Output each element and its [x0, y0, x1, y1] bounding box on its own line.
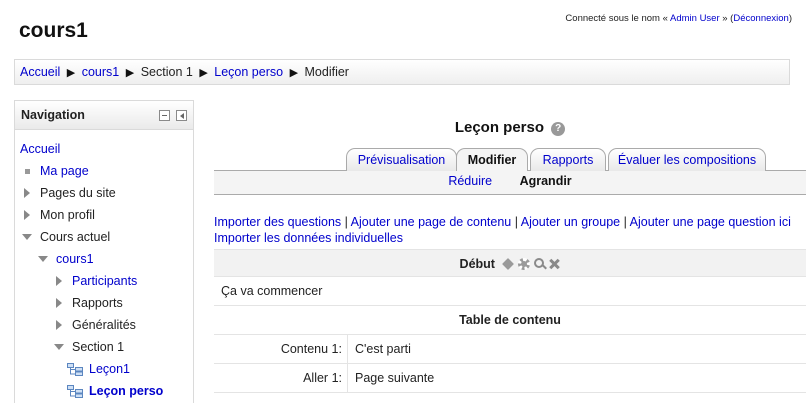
nav-item-label[interactable]: Généralités: [72, 316, 136, 334]
nav-item-my-page[interactable]: Ma page: [15, 160, 193, 182]
bullet-icon: [22, 166, 32, 176]
login-mid: » (: [719, 13, 734, 24]
page-title-text: Début: [459, 257, 495, 271]
table-header: Table de contenu: [214, 306, 806, 335]
table-row: Aller 1: Page suivante: [214, 364, 806, 393]
breadcrumb-current: Modifier: [304, 65, 349, 79]
nav-item-label[interactable]: Rapports: [72, 294, 123, 312]
separator: |: [620, 215, 630, 229]
tab-reports[interactable]: Rapports: [530, 148, 606, 171]
nav-item-label[interactable]: Leçon1: [89, 360, 130, 378]
nav-item-general[interactable]: Généralités: [15, 314, 193, 336]
nav-item-label[interactable]: Leçon perso: [89, 382, 163, 400]
expand-arrow-icon[interactable]: [54, 276, 64, 286]
expand-arrow-icon[interactable]: [22, 188, 32, 198]
separator: |: [341, 215, 351, 229]
breadcrumb-section: Section 1: [140, 65, 193, 79]
help-icon[interactable]: ?: [551, 122, 566, 136]
lesson-page-table: Début Ça va commencer Table de contenu C…: [214, 249, 806, 393]
breadcrumb-separator: ▶: [289, 67, 299, 79]
lesson-icon: [67, 362, 83, 376]
expand-arrow-icon[interactable]: [22, 210, 32, 220]
nav-item-label[interactable]: Accueil: [20, 140, 60, 158]
breadcrumb-separator: ▶: [199, 67, 208, 79]
site-title: cours1: [19, 19, 88, 42]
nav-item-label[interactable]: cours1: [56, 250, 94, 268]
row-label: Contenu 1:: [214, 335, 348, 363]
import-questions-link[interactable]: Importer des questions: [214, 215, 341, 229]
nav-item-lesson-perso[interactable]: Leçon perso: [15, 380, 193, 402]
settings-icon[interactable]: [518, 258, 531, 270]
navigation-title: Navigation: [21, 108, 85, 122]
collapse-arrow-icon[interactable]: [54, 342, 64, 352]
nav-item-section-1[interactable]: Section 1: [15, 336, 193, 358]
row-label: Aller 1:: [214, 364, 348, 392]
login-suffix: ): [788, 13, 792, 24]
breadcrumb-separator: ▶: [125, 67, 135, 79]
nav-item-current-course[interactable]: Cours actuel: [15, 226, 193, 248]
add-group-link[interactable]: Ajouter un groupe: [521, 215, 620, 229]
page-title: Leçon perso ?: [214, 119, 806, 136]
nav-item-label[interactable]: Pages du site: [40, 184, 116, 202]
tab-edit[interactable]: Modifier: [456, 148, 528, 172]
nav-item-participants[interactable]: Participants: [15, 270, 193, 292]
nav-item-label[interactable]: Ma page: [40, 162, 89, 180]
tab-grade-essays[interactable]: Évaluer les compositions: [608, 148, 766, 171]
delete-icon[interactable]: [548, 258, 560, 270]
page-contents: Ça va commencer: [214, 277, 806, 306]
expand-arrow-icon[interactable]: [54, 298, 64, 308]
tab-bar: Prévisualisation Modifier Rapports Évalu…: [214, 148, 806, 172]
action-links: Importer des questions | Ajouter une pag…: [214, 214, 806, 246]
nav-item-course[interactable]: cours1: [15, 248, 193, 270]
nav-item-label[interactable]: Cours actuel: [40, 228, 110, 246]
dock-block-icon[interactable]: [176, 110, 187, 121]
row-value: C'est parti: [355, 342, 411, 356]
login-info: Connecté sous le nom « Admin User » (Déc…: [565, 13, 792, 24]
breadcrumb: Accueil ▶ cours1 ▶ Section 1 ▶ Leçon per…: [14, 59, 790, 85]
nav-item-label[interactable]: Section 1: [72, 338, 124, 356]
collapse-arrow-icon[interactable]: [38, 254, 48, 264]
nav-item-label[interactable]: Participants: [72, 272, 137, 290]
user-link[interactable]: Admin User: [670, 13, 720, 24]
separator: |: [511, 215, 521, 229]
expand-arrow-icon[interactable]: [54, 320, 64, 330]
add-question-page-link[interactable]: Ajouter une page question ici: [630, 215, 791, 229]
nav-item-reports[interactable]: Rapports: [15, 292, 193, 314]
navigation-header: Navigation: [15, 101, 193, 130]
breadcrumb-lesson[interactable]: Leçon perso: [214, 65, 283, 79]
hide-block-icon[interactable]: [159, 110, 170, 121]
lesson-title-text: Leçon perso: [454, 119, 544, 136]
subtab-bar: Réduire Agrandir: [214, 171, 806, 195]
tab-preview[interactable]: Prévisualisation: [346, 148, 457, 171]
edit-icon[interactable]: [502, 258, 515, 270]
import-individual-data-link[interactable]: Importer les données individuelles: [214, 231, 403, 245]
page-tools: [502, 258, 560, 270]
table-row: Contenu 1: C'est parti: [214, 335, 806, 364]
add-content-page-link[interactable]: Ajouter une page de contenu: [351, 215, 512, 229]
logout-link[interactable]: Déconnexion: [733, 13, 788, 24]
lesson-icon: [67, 384, 83, 398]
preview-icon[interactable]: [534, 258, 545, 268]
breadcrumb-separator: ▶: [66, 67, 76, 79]
nav-item-my-profile[interactable]: Mon profil: [15, 204, 193, 226]
collapse-arrow-icon[interactable]: [22, 232, 32, 242]
navigation-block: Navigation Accueil Ma page Pages du site…: [14, 100, 194, 403]
nav-item-lesson-1[interactable]: Leçon1: [15, 358, 193, 380]
nav-item-home[interactable]: Accueil: [15, 138, 193, 160]
navigation-controls: [159, 110, 187, 121]
breadcrumb-course[interactable]: cours1: [82, 65, 120, 79]
page-header: Début: [214, 249, 806, 277]
subtab-expand[interactable]: Agrandir: [520, 171, 572, 191]
login-prefix: Connecté sous le nom «: [565, 13, 670, 24]
row-value: Page suivante: [355, 371, 435, 385]
subtab-collapse[interactable]: Réduire: [448, 171, 492, 191]
nav-item-label[interactable]: Mon profil: [40, 206, 95, 224]
navigation-tree: Accueil Ma page Pages du site Mon profil…: [15, 130, 193, 402]
breadcrumb-home[interactable]: Accueil: [20, 65, 60, 79]
nav-item-site-pages[interactable]: Pages du site: [15, 182, 193, 204]
